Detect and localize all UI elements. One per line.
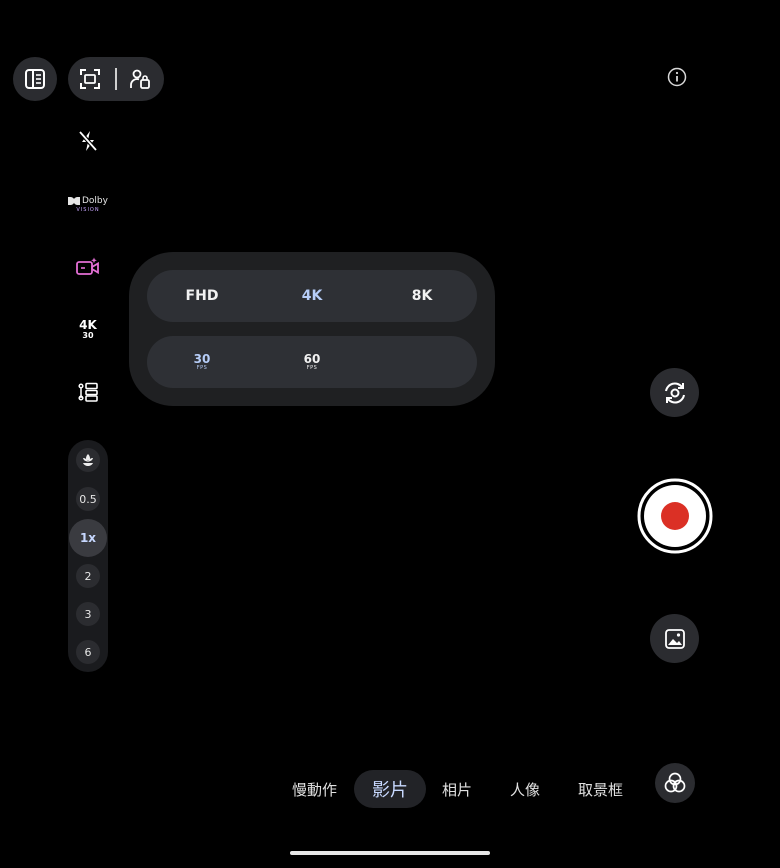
- framerate-badge-value: 30: [82, 330, 94, 340]
- zoom-2[interactable]: 2: [76, 564, 100, 588]
- resolution-badge[interactable]: 4K 30: [68, 309, 108, 349]
- resolution-label: FHD: [185, 288, 219, 304]
- top-toolbar-pill: [68, 57, 164, 101]
- resolution-option-4k[interactable]: 4K: [257, 270, 367, 322]
- mode-bar-fade: [616, 770, 650, 808]
- flash-off-icon: [78, 130, 98, 152]
- gallery-icon: [664, 628, 685, 649]
- framerate-value: 60: [303, 352, 321, 366]
- video-effects-toggle[interactable]: [68, 247, 108, 287]
- mode-video[interactable]: 影片: [354, 770, 426, 808]
- framerate-unit: FPS: [196, 365, 208, 371]
- dolby-vision-icon: Dolby: [68, 196, 108, 206]
- mode-photo[interactable]: 相片: [442, 770, 472, 808]
- person-lock-button[interactable]: [128, 67, 152, 91]
- panel-layout-icon: [25, 69, 45, 89]
- mode-portrait[interactable]: 人像: [510, 770, 540, 808]
- info-button[interactable]: [666, 66, 688, 88]
- filters-icon: [664, 772, 686, 793]
- record-button[interactable]: [637, 478, 713, 554]
- filters-button[interactable]: [655, 763, 695, 803]
- settings-list-button[interactable]: [68, 372, 108, 412]
- flash-toggle[interactable]: [68, 121, 108, 161]
- framerate-row: 30 FPS 60 FPS: [147, 336, 477, 388]
- framerate-option-30[interactable]: 30 FPS: [147, 336, 257, 388]
- dolby-vision-toggle[interactable]: Dolby VISION: [68, 184, 108, 224]
- fullscreen-frame-button[interactable]: [78, 67, 102, 91]
- resolution-label: 4K: [301, 288, 323, 304]
- dolby-double-d-icon: [68, 196, 80, 205]
- switch-camera-icon: [664, 382, 685, 403]
- framerate-unit: FPS: [306, 365, 318, 371]
- switch-camera-button[interactable]: [650, 368, 699, 417]
- person-lock-icon: [130, 69, 150, 89]
- vision-label: VISION: [76, 206, 100, 213]
- info-icon: [667, 67, 687, 87]
- zoom-0.5[interactable]: 0.5: [76, 487, 100, 511]
- record-shutter: [637, 478, 713, 554]
- framerate-option-60[interactable]: 60 FPS: [257, 336, 367, 388]
- framerate-value: 30: [193, 352, 211, 366]
- resolution-option-8k[interactable]: 8K: [367, 270, 477, 322]
- zoom-1x[interactable]: 1x: [69, 519, 107, 557]
- video-effects-icon: [76, 257, 99, 275]
- zoom-3[interactable]: 3: [76, 602, 100, 626]
- resolution-option-fhd[interactable]: FHD: [147, 270, 257, 322]
- panel-layout-button[interactable]: [13, 57, 57, 101]
- settings-list-icon: [78, 382, 98, 402]
- mode-selector: 慢動作 影片 相片 人像 取景框: [270, 770, 650, 808]
- dolby-label: Dolby: [82, 195, 108, 206]
- home-indicator[interactable]: [290, 851, 490, 855]
- gallery-button[interactable]: [650, 614, 699, 663]
- macro-button[interactable]: [76, 448, 100, 472]
- zoom-selector: 0.5 1x 2 3 6: [68, 440, 108, 672]
- resolution-badge-value: 4K: [79, 317, 97, 332]
- fullscreen-frame-icon: [80, 69, 100, 89]
- resolution-row: FHD 4K 8K: [147, 270, 477, 322]
- macro-flower-icon: [83, 454, 93, 466]
- resolution-label: 8K: [411, 288, 433, 304]
- mode-slow-motion[interactable]: 慢動作: [292, 770, 337, 808]
- toolbar-divider: [115, 68, 117, 90]
- zoom-6[interactable]: 6: [76, 640, 100, 664]
- video-settings-panel: FHD 4K 8K 30 FPS 60 FPS: [129, 252, 495, 406]
